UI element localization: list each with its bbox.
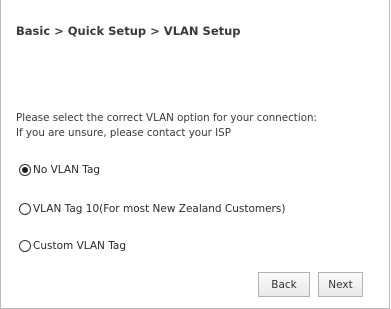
option-label: Custom VLAN Tag bbox=[33, 240, 126, 252]
instructions: Please select the correct VLAN option fo… bbox=[16, 111, 317, 141]
option-vlan-tag-10[interactable]: VLAN Tag 10(For most New Zealand Custome… bbox=[19, 203, 285, 215]
instructions-line-2: If you are unsure, please contact your I… bbox=[16, 127, 231, 139]
breadcrumb: Basic > Quick Setup > VLAN Setup bbox=[16, 24, 241, 38]
option-label: No VLAN Tag bbox=[33, 164, 101, 176]
option-no-vlan-tag[interactable]: No VLAN Tag bbox=[19, 164, 100, 176]
radio-no-vlan-tag[interactable] bbox=[19, 164, 31, 176]
instructions-line-1: Please select the correct VLAN option fo… bbox=[16, 112, 317, 124]
back-button[interactable]: Back bbox=[258, 272, 310, 297]
next-button[interactable]: Next bbox=[318, 272, 363, 297]
option-custom-vlan-tag[interactable]: Custom VLAN Tag bbox=[19, 240, 126, 252]
radio-custom-vlan-tag[interactable] bbox=[19, 240, 31, 252]
option-label: VLAN Tag 10(For most New Zealand Custome… bbox=[33, 203, 286, 215]
setup-panel: Basic > Quick Setup > VLAN Setup Please … bbox=[0, 0, 390, 309]
radio-vlan-tag-10[interactable] bbox=[19, 203, 31, 215]
